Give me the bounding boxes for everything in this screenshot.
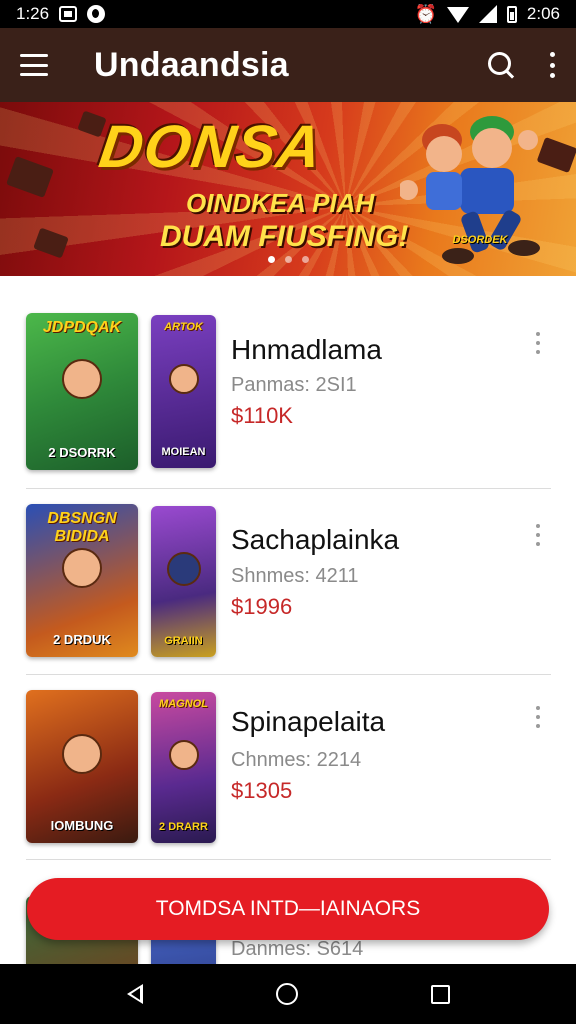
wifi-icon [446, 7, 469, 23]
alarm-icon: ⏰ [414, 4, 437, 24]
banner-headline-2: DUAM FIUSFING! [160, 220, 409, 253]
cover-title: JDPDQAK [42, 319, 122, 336]
menu-icon[interactable] [20, 54, 48, 76]
item-more-icon[interactable] [534, 332, 542, 354]
recent-apps-icon[interactable] [430, 984, 450, 1004]
photo-icon [59, 6, 78, 22]
character-icon [166, 552, 201, 587]
item-more-icon[interactable] [534, 524, 542, 546]
item-price: $110K [231, 403, 293, 428]
hero-tag: DSORDEK [452, 234, 508, 246]
back-icon[interactable] [126, 984, 143, 1004]
divider [26, 674, 551, 675]
item-price: $1996 [231, 594, 293, 619]
app-title: Undaandsia [94, 45, 289, 84]
app-bar: Undaandsia [0, 28, 576, 102]
game-cover-1[interactable]: IOMBUNG [26, 690, 138, 843]
cover-title: DBSNGN BIDIDA [47, 510, 117, 545]
primary-cta-button[interactable]: TOMDSA INTD—IAINAORS [27, 878, 549, 940]
item-more-icon[interactable] [534, 706, 542, 728]
cover-tag: GRAIIN [164, 635, 203, 647]
game-cover-1[interactable]: JDPDQAK 2 DSORRK [26, 313, 138, 470]
item-meta: Danmes: S614 [231, 938, 364, 960]
character-icon [168, 364, 199, 395]
cover-tag: MOIEAN [161, 446, 206, 458]
more-icon[interactable] [548, 52, 556, 78]
item-name: Hnmadlama [231, 334, 382, 365]
home-icon[interactable] [275, 983, 298, 1005]
banner-page-indicator [0, 256, 576, 263]
character-icon [62, 734, 102, 775]
game-cover-2[interactable]: GRAIIN [151, 506, 216, 657]
game-cover-2[interactable]: MAGNOL 2 DRARR [151, 692, 216, 843]
page-dot[interactable] [267, 256, 275, 263]
character-icon [62, 548, 102, 589]
hero-character-icon [400, 116, 540, 264]
cover-title: MAGNOL [159, 698, 208, 710]
cover-tag: 2 DRARR [159, 821, 208, 833]
status-right-time: 2:06 [526, 4, 560, 23]
cover-tag: IOMBUNG [50, 818, 114, 833]
character-icon [62, 358, 102, 399]
item-meta: Panmas: 2SI1 [231, 374, 357, 396]
page-dot[interactable] [284, 256, 292, 263]
item-name: Sachaplainka [231, 524, 400, 555]
item-meta: Chnmes: 2214 [231, 749, 362, 771]
signal-icon [478, 5, 497, 23]
battery-icon [506, 5, 517, 23]
item-price: $1305 [231, 778, 293, 803]
status-bar: 1:26 ⏰ 2:06 [0, 0, 576, 28]
game-cover-1[interactable]: DBSNGN BIDIDA 2 DRDUK [26, 504, 138, 657]
search-icon[interactable] [486, 50, 516, 80]
divider [26, 488, 551, 489]
divider [26, 859, 551, 860]
pinterest-icon [87, 5, 106, 23]
page-dot[interactable] [301, 256, 309, 263]
game-cover-2[interactable]: ARTOK MOIEAN [151, 315, 216, 468]
item-name: Spinapelaita [231, 706, 386, 737]
banner-brand: DONSA [95, 113, 327, 180]
cover-tag: 2 DSORRK [48, 445, 116, 460]
status-time: 1:26 [16, 4, 50, 23]
character-icon [168, 740, 199, 771]
system-nav-bar [0, 964, 576, 1024]
app-screen: 1:26 ⏰ 2:06 Undaandsia DONSA OINDKEA PIA… [0, 0, 576, 1024]
cover-title: ARTOK [164, 321, 203, 333]
promo-banner[interactable]: DONSA OINDKEA PIAH DUAM FIUSFING! DSORDE… [0, 102, 576, 276]
item-meta: Shnmes: 4211 [231, 565, 359, 587]
cover-tag: 2 DRDUK [53, 632, 111, 647]
banner-headline-1: OINDKEA PIAH [186, 188, 375, 218]
